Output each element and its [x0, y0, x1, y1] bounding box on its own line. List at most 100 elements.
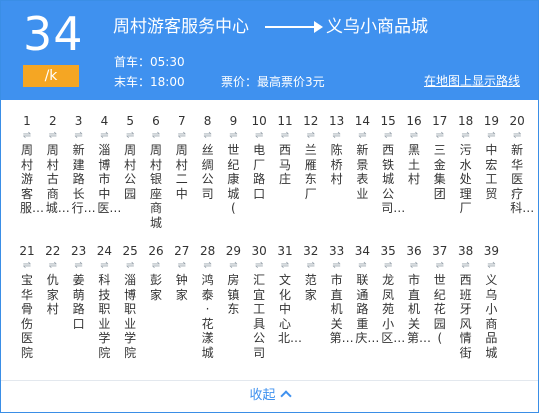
stop-item[interactable]: 39 ⇌ 义乌小商品城 — [480, 243, 502, 360]
stop-name: 姜萌路口 — [72, 273, 85, 331]
stop-name: 黑土村 — [407, 143, 420, 186]
stop-name: 市直机关第… — [329, 273, 354, 345]
bidirectional-arrow-icon: ⇌ — [332, 130, 341, 141]
stop-item[interactable]: 24 ⇌ 科技职业学院 — [93, 243, 115, 360]
bidirectional-arrow-icon: ⇌ — [125, 260, 135, 271]
stop-number: 32 — [303, 244, 319, 258]
bidirectional-arrow-icon: ⇌ — [229, 130, 238, 141]
stop-item[interactable]: 11 ⇌ 西马庄 — [274, 113, 296, 187]
stop-item[interactable]: 31 ⇌ 文化中心北… — [274, 243, 303, 346]
stop-item[interactable]: 5 ⇌ 周村公园 — [119, 113, 141, 201]
stop-number: 8 — [203, 114, 212, 128]
direction-arrowhead-icon — [314, 21, 323, 33]
stop-item[interactable]: 16 ⇌ 黑土村 — [403, 113, 425, 187]
stop-item[interactable]: 6 ⇌ 周村银座商城 — [145, 113, 167, 230]
stop-name: 西马庄 — [278, 143, 291, 186]
bidirectional-arrow-icon: ⇌ — [409, 130, 419, 141]
stop-name: 新华医疗科… — [510, 143, 535, 215]
stop-item[interactable]: 20 ⇌ 新华医疗科… — [506, 113, 535, 216]
stop-item[interactable]: 29 ⇌ 房镇东 — [222, 243, 244, 317]
stop-item[interactable]: 37 ⇌ 世纪花园( — [429, 243, 451, 346]
stop-number: 22 — [45, 244, 61, 258]
stop-item[interactable]: 19 ⇌ 中宏工贸 — [480, 113, 502, 201]
bidirectional-arrow-icon: ⇌ — [48, 260, 57, 271]
stop-name: 三金集团 — [433, 143, 446, 201]
stop-item[interactable]: 3 ⇌ 新建路长行… — [68, 113, 96, 216]
stop-name: 西铁城公司… — [381, 143, 406, 215]
bidirectional-arrow-icon: ⇌ — [512, 130, 522, 141]
stop-item[interactable]: 4 ⇌ 淄博市中医… — [93, 113, 121, 216]
stop-name: 陈桥村 — [330, 143, 343, 186]
stop-item[interactable]: 26 ⇌ 彭家 — [145, 243, 167, 302]
stop-name: 文化中心北… — [278, 273, 303, 345]
stop-item[interactable]: 14 ⇌ 新景表业 — [351, 113, 373, 201]
stop-name: 周村银座商城 — [149, 143, 162, 230]
stop-number: 38 — [457, 244, 474, 258]
show-route-on-map-link[interactable]: 在地图上显示路线 — [424, 73, 520, 89]
stop-item[interactable]: 21 ⇌ 宝华骨伤医院 — [16, 243, 38, 360]
stop-number: 36 — [406, 244, 422, 258]
stop-item[interactable]: 27 ⇌ 钟家 — [171, 243, 193, 302]
stop-item[interactable]: 2 ⇌ 周村古商城… — [42, 113, 70, 216]
bidirectional-arrow-icon: ⇌ — [22, 130, 32, 141]
stop-item[interactable]: 18 ⇌ 污水处理厂 — [455, 113, 477, 216]
stop-name: 市直机关第… — [407, 273, 432, 345]
stop-number: 24 — [96, 244, 113, 258]
bidirectional-arrow-icon: ⇌ — [229, 260, 238, 271]
stop-name: 汇宜工具公司 — [253, 273, 266, 360]
stop-item[interactable]: 13 ⇌ 陈桥村 — [326, 113, 348, 187]
stop-item[interactable]: 15 ⇌ 西铁城公司… — [377, 113, 406, 216]
last-bus-time: 末车：18:00 — [114, 75, 185, 89]
stop-number: 28 — [199, 244, 216, 258]
stop-item[interactable]: 25 ⇌ 淄博职业学院 — [119, 243, 141, 360]
stop-item[interactable]: 8 ⇌ 丝绸公司 — [197, 113, 219, 201]
stop-number: 37 — [432, 244, 448, 258]
stop-name: 电厂路口 — [253, 143, 266, 201]
collapse-button[interactable]: 收起 — [1, 382, 538, 410]
bus-route-card: 34 /k 周村游客服务中心 义乌小商品城 首车：05:30 末车：18:00 … — [0, 0, 539, 413]
stop-name: 仇家村 — [46, 273, 59, 316]
route-header: 34 /k 周村游客服务中心 义乌小商品城 首车：05:30 末车：18:00 … — [1, 1, 538, 100]
bidirectional-arrow-icon: ⇌ — [74, 260, 83, 271]
stop-item[interactable]: 36 ⇌ 市直机关第… — [403, 243, 432, 346]
stop-item[interactable]: 17 ⇌ 三金集团 — [429, 113, 451, 201]
fare-info: 票价：最高票价3元 — [221, 75, 325, 89]
stop-item[interactable]: 30 ⇌ 汇宜工具公司 — [248, 243, 270, 360]
stop-item[interactable]: 35 ⇌ 龙凤苑小区… — [377, 243, 406, 346]
stop-name: 科技职业学院 — [98, 273, 111, 360]
stop-item[interactable]: 38 ⇌ 西班牙风情街 — [455, 243, 477, 360]
stop-item[interactable]: 23 ⇌ 姜萌路口 — [68, 243, 90, 331]
stop-item[interactable]: 33 ⇌ 市直机关第… — [326, 243, 354, 346]
stop-number: 29 — [225, 244, 242, 258]
stop-number: 2 — [48, 114, 57, 128]
collapse-label: 收起 — [249, 388, 276, 403]
bidirectional-arrow-icon: ⇌ — [254, 260, 264, 271]
stop-number: 11 — [277, 114, 293, 128]
stop-item[interactable]: 1 ⇌ 周村游客服… — [16, 113, 44, 216]
stop-item[interactable]: 9 ⇌ 世纪康城( — [222, 113, 244, 216]
stop-name: 世纪康城( — [227, 143, 240, 215]
stop-item[interactable]: 22 ⇌ 仇家村 — [42, 243, 64, 317]
bidirectional-arrow-icon: ⇌ — [306, 130, 315, 141]
stop-name: 周村公园 — [124, 143, 137, 201]
stop-item[interactable]: 7 ⇌ 周村二中 — [171, 113, 193, 201]
bidirectional-arrow-icon: ⇌ — [177, 130, 186, 141]
stop-item[interactable]: 34 ⇌ 联通路重庆… — [351, 243, 380, 346]
stop-number: 16 — [406, 114, 422, 128]
stop-number: 34 — [354, 244, 371, 258]
first-bus-time: 首车：05:30 — [114, 55, 185, 69]
stop-name: 义乌小商品城 — [485, 273, 498, 360]
stop-item[interactable]: 12 ⇌ 兰雁东厂 — [300, 113, 322, 201]
stop-name: 丝绸公司 — [201, 143, 214, 201]
bidirectional-arrow-icon: ⇌ — [151, 260, 161, 271]
bidirectional-arrow-icon: ⇌ — [383, 260, 393, 271]
stop-item[interactable]: 32 ⇌ 范家 — [300, 243, 322, 302]
stop-number: 19 — [483, 114, 500, 128]
stop-number: 6 — [152, 114, 160, 128]
direction-arrow-icon — [265, 26, 321, 28]
stop-item[interactable]: 10 ⇌ 电厂路口 — [248, 113, 270, 201]
bidirectional-arrow-icon: ⇌ — [203, 260, 212, 271]
stop-item[interactable]: 28 ⇌ 鸿泰·花漾城 — [197, 243, 219, 360]
stop-name: 污水处理厂 — [459, 143, 472, 215]
stop-number: 31 — [277, 244, 293, 258]
